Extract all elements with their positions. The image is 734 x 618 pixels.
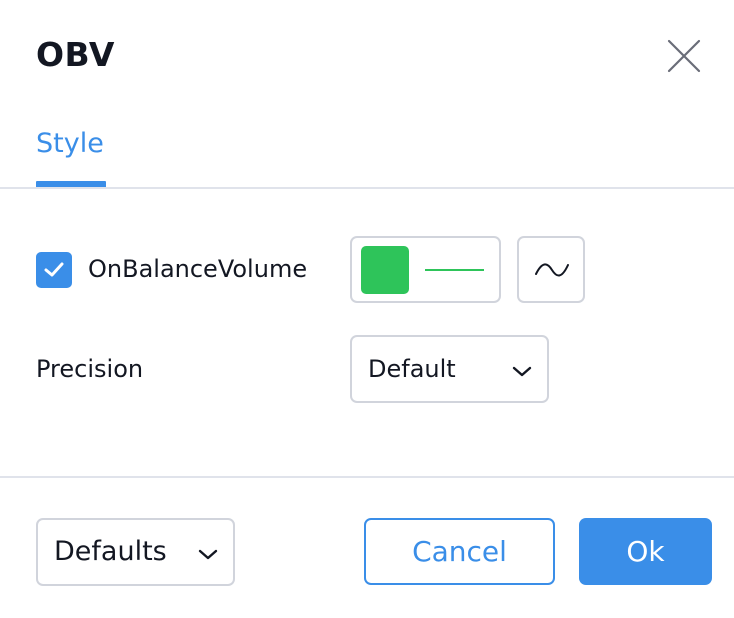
cancel-button[interactable]: Cancel bbox=[364, 518, 555, 585]
plot-type-button[interactable] bbox=[517, 236, 585, 303]
series-label: OnBalanceVolume bbox=[88, 255, 308, 283]
line-wave-icon bbox=[535, 263, 569, 277]
chevron-down-icon bbox=[198, 549, 218, 560]
close-button[interactable] bbox=[664, 36, 704, 76]
footer-divider bbox=[0, 476, 734, 478]
indicator-settings-dialog: OBV Style OnBalanceVolume Precision Defa… bbox=[0, 0, 734, 618]
line-preview bbox=[425, 269, 484, 271]
close-icon bbox=[667, 39, 701, 73]
precision-value: Default bbox=[368, 355, 456, 383]
checkmark-icon bbox=[44, 262, 64, 277]
chevron-down-icon bbox=[512, 366, 532, 377]
precision-label: Precision bbox=[36, 355, 144, 383]
line-style-picker[interactable] bbox=[350, 236, 501, 303]
tab-divider bbox=[0, 187, 734, 189]
tab-style[interactable]: Style bbox=[36, 126, 104, 162]
dialog-title: OBV bbox=[36, 35, 115, 74]
defaults-select[interactable]: Defaults bbox=[36, 518, 235, 586]
color-swatch bbox=[361, 246, 409, 294]
precision-select[interactable]: Default bbox=[350, 335, 549, 403]
defaults-label: Defaults bbox=[54, 536, 167, 567]
series-visibility-checkbox[interactable] bbox=[36, 252, 72, 288]
ok-button[interactable]: Ok bbox=[579, 518, 712, 585]
